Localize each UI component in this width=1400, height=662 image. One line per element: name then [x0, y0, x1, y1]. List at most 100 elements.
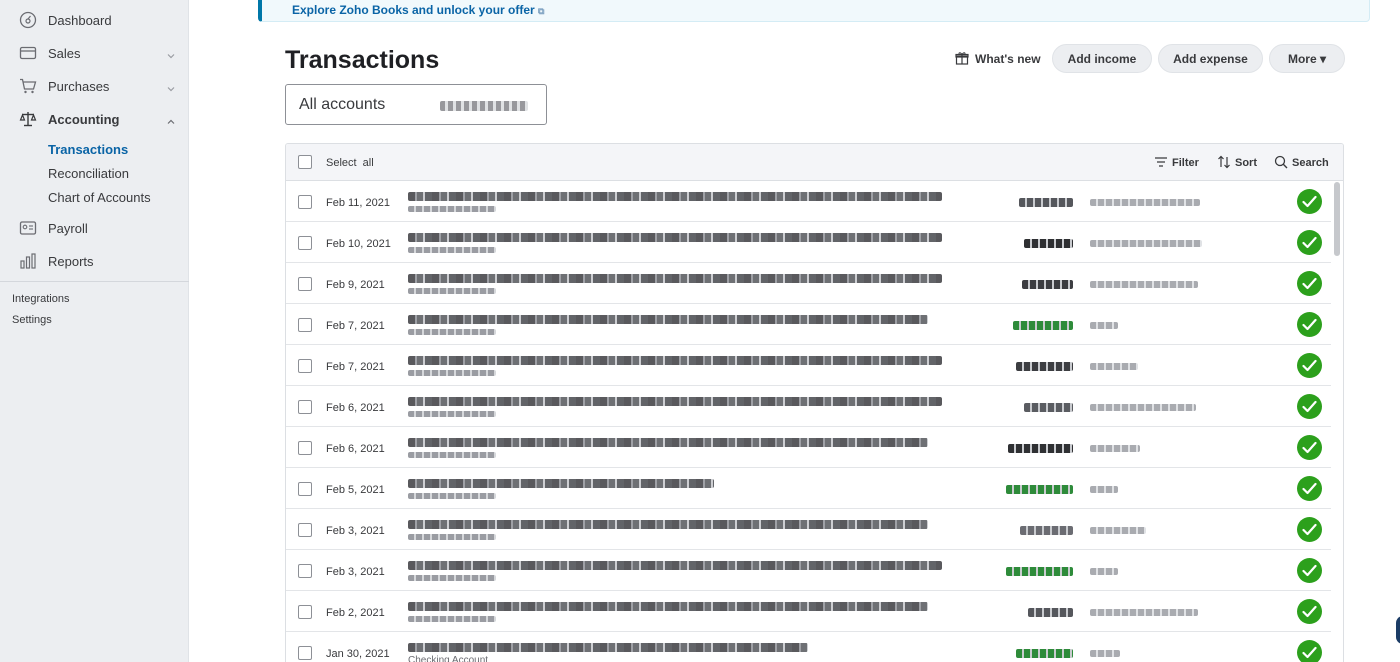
- row-checkbox[interactable]: [298, 441, 312, 455]
- sidebar-item-label: Payroll: [48, 220, 88, 236]
- app-window: Dashboard Sales Purchases Accounting Tra…: [0, 0, 1400, 662]
- row-checkbox[interactable]: [298, 564, 312, 578]
- sidebar-item-reports[interactable]: Reports: [0, 247, 189, 275]
- row-status-check-icon[interactable]: [1297, 476, 1322, 501]
- row-account-redacted: [408, 370, 496, 376]
- row-category-redacted: [1090, 650, 1120, 657]
- row-date: Feb 3, 2021: [326, 525, 385, 537]
- row-description-redacted: [408, 315, 928, 324]
- select-all-checkbox[interactable]: [298, 155, 312, 169]
- table-row[interactable]: Feb 6, 2021: [286, 386, 1331, 427]
- table-row[interactable]: Feb 5, 2021: [286, 468, 1331, 509]
- row-category-redacted: [1090, 486, 1118, 493]
- search-icon: [1274, 155, 1288, 172]
- row-description-redacted: [408, 479, 714, 488]
- row-date: Feb 11, 2021: [326, 197, 391, 209]
- sidebar-link-integrations[interactable]: Integrations: [12, 293, 69, 305]
- more-button[interactable]: More ▾: [1269, 44, 1345, 73]
- table-row[interactable]: Feb 3, 2021: [286, 509, 1331, 550]
- sort-button[interactable]: Sort: [1217, 155, 1257, 171]
- row-amount-redacted: [1016, 362, 1073, 371]
- scale-icon: [19, 110, 37, 128]
- sidebar-item-accounting[interactable]: Accounting: [0, 105, 189, 133]
- row-checkbox[interactable]: [298, 195, 312, 209]
- row-status-check-icon[interactable]: [1297, 189, 1322, 214]
- sidebar-item-payroll[interactable]: Payroll: [0, 214, 189, 242]
- row-checkbox[interactable]: [298, 482, 312, 496]
- table-row[interactable]: Feb 7, 2021: [286, 304, 1331, 345]
- row-date: Feb 5, 2021: [326, 484, 385, 496]
- row-status-check-icon[interactable]: [1297, 435, 1322, 460]
- filter-icon: [1154, 156, 1168, 171]
- row-date: Feb 9, 2021: [326, 279, 385, 291]
- sort-label: Sort: [1235, 157, 1257, 169]
- row-date: Feb 3, 2021: [326, 566, 385, 578]
- filter-button[interactable]: Filter: [1154, 155, 1199, 171]
- table-row[interactable]: Feb 11, 2021: [286, 181, 1331, 222]
- account-select-value: All accounts: [299, 96, 386, 113]
- row-category-redacted: [1090, 404, 1196, 411]
- row-checkbox[interactable]: [298, 523, 312, 537]
- table-row[interactable]: Jan 30, 2021 Checking Account: [286, 632, 1331, 662]
- row-date: Feb 7, 2021: [326, 320, 385, 332]
- row-checkbox[interactable]: [298, 646, 312, 660]
- external-link-icon: ⧉: [538, 6, 545, 16]
- promo-banner-text: Explore Zoho Books and unlock your offer: [292, 3, 535, 17]
- row-checkbox[interactable]: [298, 236, 312, 250]
- sidebar-subitem-reconciliation[interactable]: Reconciliation: [48, 166, 129, 181]
- sidebar-item-sales[interactable]: Sales: [0, 39, 189, 67]
- table-scrollbar[interactable]: [1334, 182, 1340, 256]
- sidebar-link-settings[interactable]: Settings: [12, 314, 52, 326]
- search-button[interactable]: Search: [1274, 155, 1329, 171]
- row-status-check-icon[interactable]: [1297, 517, 1322, 542]
- row-date: Feb 6, 2021: [326, 402, 385, 414]
- add-expense-button[interactable]: Add expense: [1158, 44, 1263, 73]
- row-status-check-icon[interactable]: [1297, 230, 1322, 255]
- row-status-check-icon[interactable]: [1297, 640, 1322, 662]
- row-description-redacted: [408, 192, 942, 201]
- whats-new-button[interactable]: What's new: [955, 50, 1041, 68]
- table-row[interactable]: Feb 7, 2021: [286, 345, 1331, 386]
- row-account-redacted: [408, 411, 496, 417]
- row-category-redacted: [1090, 527, 1146, 534]
- row-amount-redacted: [1013, 321, 1073, 330]
- table-row[interactable]: Feb 6, 2021: [286, 427, 1331, 468]
- row-category-redacted: [1090, 568, 1118, 575]
- row-description-redacted: [408, 233, 942, 242]
- row-checkbox[interactable]: [298, 277, 312, 291]
- row-amount-redacted: [1024, 403, 1073, 412]
- row-status-check-icon[interactable]: [1297, 312, 1322, 337]
- table-header: Select all Filter Sort Search: [286, 144, 1343, 181]
- sidebar-item-purchases[interactable]: Purchases: [0, 72, 189, 100]
- row-status-check-icon[interactable]: [1297, 394, 1322, 419]
- table-row[interactable]: Feb 2, 2021: [286, 591, 1331, 632]
- sales-icon: [19, 44, 37, 62]
- sidebar-item-dashboard[interactable]: Dashboard: [0, 6, 189, 34]
- row-checkbox[interactable]: [298, 318, 312, 332]
- table-row[interactable]: Feb 10, 2021: [286, 222, 1331, 263]
- sidebar-subitem-chart-of-accounts[interactable]: Chart of Accounts: [48, 190, 151, 205]
- sidebar-item-label: Sales: [48, 45, 81, 61]
- row-checkbox[interactable]: [298, 359, 312, 373]
- account-select[interactable]: All accounts: [285, 84, 547, 125]
- page-title: Transactions: [285, 46, 440, 74]
- table-row[interactable]: Feb 9, 2021: [286, 263, 1331, 304]
- account-balance-redacted: [440, 101, 528, 111]
- row-description-redacted: [408, 356, 942, 365]
- add-income-button[interactable]: Add income: [1052, 44, 1152, 73]
- row-status-check-icon[interactable]: [1297, 599, 1322, 624]
- sidebar-subitem-transactions[interactable]: Transactions: [48, 142, 128, 157]
- row-status-check-icon[interactable]: [1297, 558, 1322, 583]
- help-widget-edge[interactable]: [1396, 616, 1400, 644]
- row-amount-redacted: [1028, 608, 1073, 617]
- sidebar-item-label: Accounting: [48, 111, 120, 127]
- table-row[interactable]: Feb 3, 2021: [286, 550, 1331, 591]
- row-status-check-icon[interactable]: [1297, 271, 1322, 296]
- row-description-redacted: [408, 274, 942, 283]
- promo-banner-link[interactable]: Explore Zoho Books and unlock your offer…: [292, 3, 544, 17]
- row-account: Checking Account: [408, 655, 489, 662]
- row-checkbox[interactable]: [298, 605, 312, 619]
- row-checkbox[interactable]: [298, 400, 312, 414]
- reports-icon: [19, 252, 37, 270]
- row-status-check-icon[interactable]: [1297, 353, 1322, 378]
